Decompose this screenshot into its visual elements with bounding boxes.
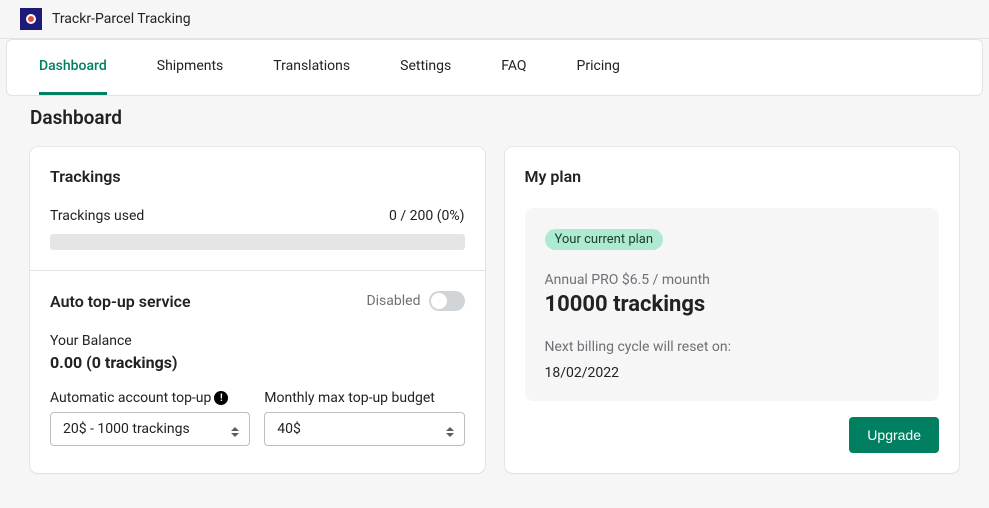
- cards-row: Trackings Trackings used 0 / 200 (0%) Au…: [30, 147, 959, 473]
- select-row: Automatic account top-up ! 20$ - 1000 tr…: [50, 390, 465, 446]
- auto-topup-select[interactable]: 20$ - 1000 trackings: [50, 412, 250, 446]
- plan-card: My plan Your current plan Annual PRO $6.…: [505, 147, 960, 473]
- trackings-title: Trackings: [50, 167, 465, 186]
- plan-main: 10000 trackings: [545, 292, 920, 317]
- page-heading: Dashboard: [30, 106, 959, 129]
- plan-title: My plan: [525, 167, 940, 186]
- tabs: Dashboard Shipments Translations Setting…: [39, 40, 950, 95]
- trackings-used-value: 0 / 200 (0%): [389, 208, 464, 224]
- app-icon: [20, 8, 42, 30]
- auto-topup-col: Automatic account top-up ! 20$ - 1000 tr…: [50, 390, 250, 446]
- upgrade-button[interactable]: Upgrade: [849, 417, 939, 453]
- topup-toggle-group: Disabled: [366, 291, 464, 311]
- tab-pricing[interactable]: Pricing: [577, 40, 620, 95]
- topup-header: Auto top-up service Disabled: [50, 291, 465, 311]
- tab-dashboard[interactable]: Dashboard: [39, 40, 107, 95]
- titlebar: Trackr-Parcel Tracking: [0, 0, 989, 39]
- upgrade-row: Upgrade: [525, 417, 940, 453]
- auto-topup-label-text: Automatic account top-up: [50, 390, 211, 406]
- tab-faq[interactable]: FAQ: [501, 40, 526, 95]
- plan-date: 18/02/2022: [545, 365, 920, 381]
- tab-settings[interactable]: Settings: [400, 40, 451, 95]
- auto-topup-label: Automatic account top-up !: [50, 390, 250, 406]
- trackings-usage-row: Trackings used 0 / 200 (0%): [50, 208, 465, 224]
- budget-label: Monthly max top-up budget: [264, 390, 464, 406]
- navbar: Dashboard Shipments Translations Setting…: [6, 39, 983, 96]
- plan-box: Your current plan Annual PRO $6.5 / moun…: [525, 208, 940, 401]
- trackings-used-label: Trackings used: [50, 208, 144, 224]
- tab-shipments[interactable]: Shipments: [157, 40, 224, 95]
- trackings-progress: [50, 234, 465, 250]
- balance-label: Your Balance: [50, 333, 465, 349]
- app-title: Trackr-Parcel Tracking: [52, 11, 191, 27]
- trackings-card: Trackings Trackings used 0 / 200 (0%) Au…: [30, 147, 485, 473]
- switch-knob: [431, 293, 447, 309]
- budget-select-value: 40$: [277, 421, 301, 437]
- budget-col: Monthly max top-up budget 40$: [264, 390, 464, 446]
- topup-section: Auto top-up service Disabled Your Balanc…: [30, 270, 485, 466]
- topup-switch[interactable]: [429, 291, 465, 311]
- app-icon-inner: [26, 14, 36, 24]
- plan-sub: Annual PRO $6.5 / mounth: [545, 272, 920, 288]
- auto-topup-select-value: 20$ - 1000 trackings: [63, 421, 190, 437]
- trackings-section: Trackings Trackings used 0 / 200 (0%): [30, 147, 485, 270]
- plan-badge: Your current plan: [545, 229, 664, 250]
- info-icon[interactable]: !: [214, 391, 228, 405]
- topup-title: Auto top-up service: [50, 292, 191, 311]
- balance-value: 0.00 (0 trackings): [50, 353, 465, 372]
- plan-note: Next billing cycle will reset on:: [545, 339, 920, 355]
- page-content: Dashboard Trackings Trackings used 0 / 2…: [0, 96, 989, 473]
- tab-translations[interactable]: Translations: [273, 40, 350, 95]
- budget-select[interactable]: 40$: [264, 412, 464, 446]
- topup-state-label: Disabled: [366, 293, 420, 309]
- plan-section: My plan Your current plan Annual PRO $6.…: [505, 147, 960, 473]
